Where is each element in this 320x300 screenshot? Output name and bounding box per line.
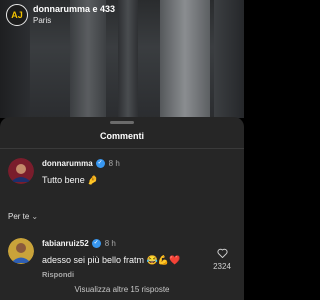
comments-sheet: Commenti donnarumma ✓ 8 h Tutto bene 🤌 P… <box>0 117 244 300</box>
heart-outline-icon <box>216 248 228 258</box>
post-media[interactable]: AJ donnarumma e 433 Paris <box>0 0 244 118</box>
check-badge-icon: ✓ <box>91 239 101 248</box>
curtain-right <box>214 0 244 118</box>
post-avatar[interactable]: AJ <box>6 4 28 26</box>
comment-item: donnarumma ✓ 8 h Tutto bene 🤌 <box>8 158 120 186</box>
sheet-title: Commenti <box>99 131 144 141</box>
reply-button[interactable]: Rispondi <box>42 270 180 279</box>
like-button[interactable]: 2324 <box>210 248 234 271</box>
comment-time: 8 h <box>104 239 116 248</box>
post-username[interactable]: donnarumma e 433 <box>33 4 115 15</box>
avatar[interactable] <box>8 158 34 184</box>
post-header[interactable]: AJ donnarumma e 433 Paris <box>6 4 115 26</box>
chevron-down-icon: ⌄ <box>31 212 39 221</box>
comment-header: fabianruiz52 ✓ 8 h <box>42 238 180 249</box>
avatar[interactable] <box>8 238 34 264</box>
comment-body: fabianruiz52 ✓ 8 h adesso sei più bello … <box>42 238 180 279</box>
comment-text: Tutto bene 🤌 <box>42 175 99 185</box>
like-count: 2324 <box>213 262 231 271</box>
comment-text: adesso sei più bello fratm 😂💪❤️ <box>42 255 181 265</box>
check-badge-icon: ✓ <box>95 159 105 168</box>
curtain-fold <box>118 0 138 118</box>
sort-filter[interactable]: Per te ⌄ <box>8 212 38 221</box>
divider <box>0 148 244 149</box>
window-light <box>160 0 210 118</box>
sort-filter-label: Per te <box>8 212 30 221</box>
view-more-replies[interactable]: Visualizza altre 15 risposte <box>0 285 244 294</box>
comment-item: fabianruiz52 ✓ 8 h adesso sei più bello … <box>8 238 180 279</box>
comment-username[interactable]: donnarumma <box>42 159 93 168</box>
comment-time: 8 h <box>108 159 120 168</box>
comment-body: donnarumma ✓ 8 h Tutto bene 🤌 <box>42 158 120 186</box>
post-meta: donnarumma e 433 Paris <box>33 4 115 26</box>
comment-header: donnarumma ✓ 8 h <box>42 158 120 169</box>
comment-username[interactable]: fabianruiz52 <box>42 239 89 248</box>
sheet-drag-handle[interactable] <box>110 121 134 124</box>
post-location[interactable]: Paris <box>33 15 115 26</box>
